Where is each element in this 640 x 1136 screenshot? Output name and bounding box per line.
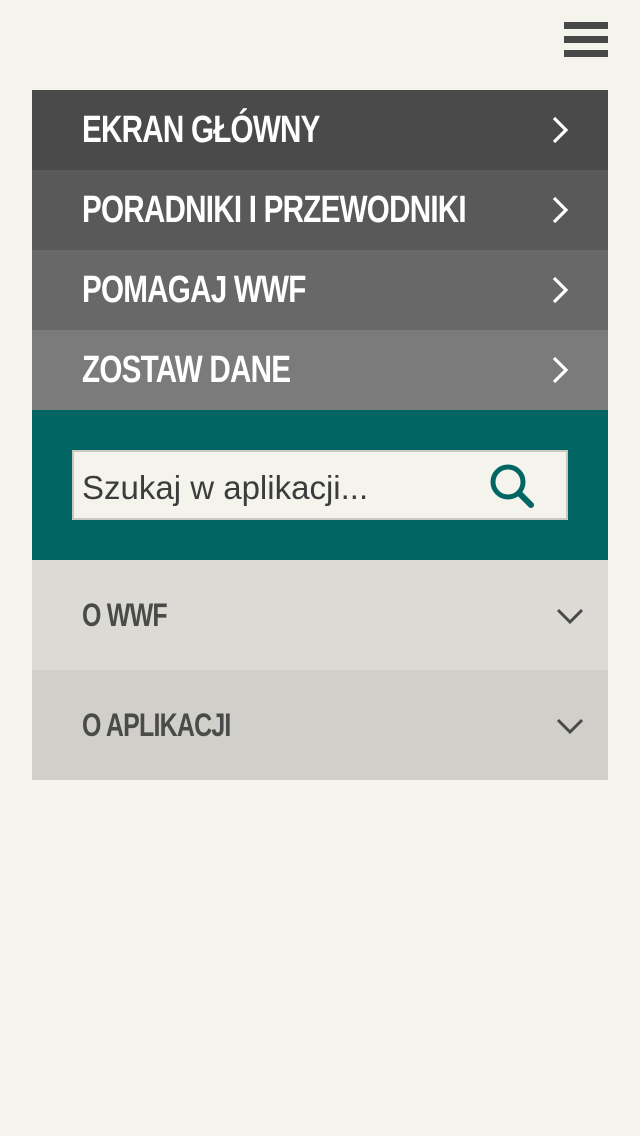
hamburger-bar bbox=[564, 22, 608, 29]
chevron-right-icon bbox=[552, 116, 569, 144]
chevron-down-icon bbox=[556, 718, 584, 735]
hamburger-menu-icon[interactable] bbox=[560, 18, 612, 62]
hamburger-bar bbox=[564, 36, 608, 43]
nav-item-label: EKRAN GŁÓWNY bbox=[82, 109, 320, 151]
side-menu: EKRAN GŁÓWNY PORADNIKI I PRZEWODNIKI POM… bbox=[32, 90, 608, 780]
search-box bbox=[72, 450, 568, 520]
chevron-right-icon bbox=[552, 356, 569, 384]
chevron-right-icon bbox=[552, 276, 569, 304]
accordion-item-label: O APLIKACJI bbox=[82, 707, 231, 743]
nav-item-ekran-glowny[interactable]: EKRAN GŁÓWNY bbox=[32, 90, 608, 170]
chevron-right-icon bbox=[552, 196, 569, 224]
nav-item-label: ZOSTAW DANE bbox=[82, 349, 291, 391]
nav-item-label: POMAGAJ WWF bbox=[82, 269, 306, 311]
search-panel bbox=[32, 410, 608, 560]
nav-item-zostaw-dane[interactable]: ZOSTAW DANE bbox=[32, 330, 608, 410]
search-input[interactable] bbox=[82, 462, 472, 514]
accordion-item-o-wwf[interactable]: O WWF bbox=[32, 560, 608, 670]
chevron-down-icon bbox=[556, 608, 584, 625]
accordion-item-label: O WWF bbox=[82, 597, 168, 633]
nav-item-poradniki[interactable]: PORADNIKI I PRZEWODNIKI bbox=[32, 170, 608, 250]
accordion-item-o-aplikacji[interactable]: O APLIKACJI bbox=[32, 670, 608, 780]
nav-item-label: PORADNIKI I PRZEWODNIKI bbox=[82, 189, 467, 231]
nav-item-pomagaj-wwf[interactable]: POMAGAJ WWF bbox=[32, 250, 608, 330]
search-icon[interactable] bbox=[488, 462, 536, 510]
hamburger-bar bbox=[564, 50, 608, 57]
